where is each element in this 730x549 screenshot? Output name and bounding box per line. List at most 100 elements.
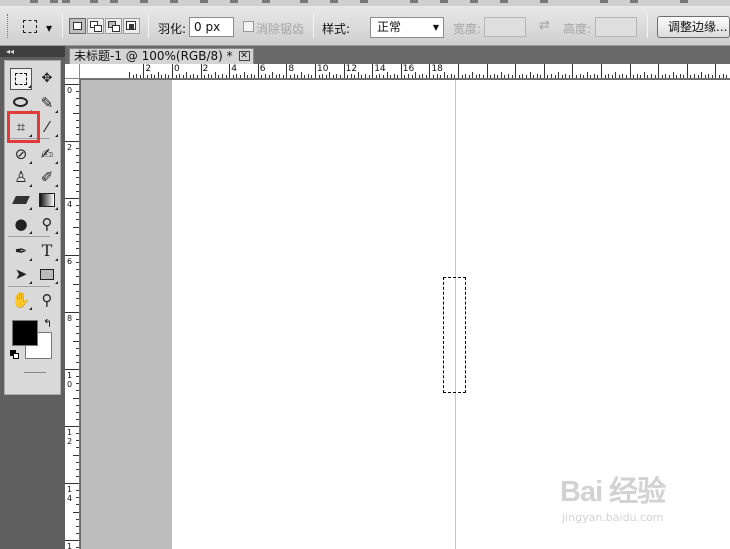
- ruler-tick: [143, 64, 145, 78]
- ruler-tick: [172, 64, 173, 78]
- ruler-tick: [76, 411, 79, 413]
- ruler-tick: [540, 75, 542, 78]
- feather-input[interactable]: 0 px: [189, 17, 234, 37]
- intersect-selection-button[interactable]: [123, 18, 140, 34]
- pen-nib-icon: ✒: [14, 242, 28, 260]
- spot-healing-brush-tool[interactable]: ⊘: [10, 143, 32, 165]
- menu-glyph-fragment: [630, 0, 638, 3]
- ruler-tick: [161, 75, 163, 78]
- ruler-tick: [711, 75, 713, 78]
- ruler-tick: [726, 75, 728, 78]
- ruler-tick: [76, 148, 79, 150]
- swap-colors-icon[interactable]: ↰: [43, 317, 52, 330]
- rectangle-shape-tool[interactable]: [36, 263, 58, 285]
- ruler-tick: [518, 75, 520, 78]
- marquee-preset-icon: [23, 20, 37, 33]
- rectangular-marquee-tool[interactable]: [10, 68, 32, 90]
- type-t-icon: T: [41, 241, 53, 260]
- close-icon[interactable]: ✕: [238, 51, 250, 61]
- ruler-tick: [475, 75, 477, 78]
- ruler-tick: [247, 75, 249, 78]
- ruler-label: 2: [66, 437, 73, 446]
- ruler-tick: [397, 75, 399, 78]
- marquee-selection[interactable]: [443, 277, 466, 393]
- pen-tool[interactable]: ✒: [10, 240, 32, 262]
- ruler-tick: [76, 468, 79, 470]
- ruler-label: 8: [66, 314, 73, 323]
- type-tool[interactable]: T: [36, 240, 58, 262]
- move-tool[interactable]: ✥: [36, 68, 58, 90]
- chevron-down-icon: ▼: [432, 23, 439, 32]
- ruler-tick: [211, 75, 213, 78]
- tool-preset-picker[interactable]: ▼: [18, 15, 58, 37]
- menu-glyph-fragment: [360, 0, 368, 3]
- swap-dimensions-icon[interactable]: ⇄: [539, 18, 550, 33]
- ruler-tick: [550, 74, 552, 78]
- ruler-tick: [189, 75, 191, 78]
- subtract-from-selection-button[interactable]: [105, 18, 122, 34]
- ruler-tick: [279, 74, 281, 78]
- ruler-tick: [586, 72, 588, 78]
- ruler-label: 4: [66, 494, 73, 503]
- default-colors-icon[interactable]: [10, 350, 19, 359]
- clone-stamp-tool[interactable]: ♙: [10, 166, 32, 188]
- ruler-tick: [76, 183, 79, 185]
- dodge-tool[interactable]: ⚲: [36, 213, 58, 235]
- ruler-tick: [511, 75, 513, 78]
- eraser-tool[interactable]: [10, 189, 32, 211]
- ruler-tick: [65, 483, 79, 484]
- ruler-tick: [354, 75, 356, 78]
- ruler-tick: [679, 74, 681, 78]
- brush-tool[interactable]: ✍: [36, 143, 58, 165]
- style-select-value: 正常: [377, 20, 402, 34]
- menu-glyph-fragment: [410, 0, 418, 3]
- ruler-tick: [268, 75, 270, 78]
- refine-edge-button[interactable]: 调整边缘...: [657, 16, 730, 38]
- ruler-tick: [608, 74, 610, 78]
- add-to-selection-button[interactable]: [87, 18, 104, 34]
- toolbox-collapse-button[interactable]: ◂◂: [0, 46, 65, 57]
- ruler-tick: [361, 75, 363, 78]
- divider: [148, 14, 149, 38]
- height-input[interactable]: [595, 17, 637, 37]
- ruler-label: 6: [259, 64, 266, 74]
- menu-glyph-fragment: [30, 0, 38, 3]
- ruler-label: 6: [66, 257, 73, 266]
- width-input[interactable]: [484, 17, 526, 37]
- ruler-tick: [76, 504, 79, 506]
- ruler-tick: [76, 297, 79, 299]
- style-select[interactable]: 正常 ▼: [370, 17, 444, 38]
- hand-tool[interactable]: ✋: [10, 289, 32, 311]
- ruler-tick: [275, 75, 277, 78]
- ruler-tick: [525, 75, 527, 78]
- history-brush-tool[interactable]: ✐: [36, 166, 58, 188]
- menu-glyph-fragment: [680, 0, 688, 3]
- ruler-tick: [497, 75, 499, 78]
- ruler-tick: [76, 205, 79, 207]
- foreground-color-swatch[interactable]: [12, 320, 38, 346]
- ruler-tick: [76, 440, 79, 442]
- ruler-tick: [640, 75, 642, 78]
- ruler-origin[interactable]: [65, 64, 80, 79]
- antialias-checkbox[interactable]: [243, 21, 254, 32]
- ruler-tick: [393, 74, 395, 78]
- zoom-tool[interactable]: ⚲: [36, 289, 58, 311]
- new-selection-button[interactable]: [69, 18, 86, 34]
- horizontal-ruler[interactable]: 2 0 2 4 6 8 10 12 14 16 18: [80, 64, 730, 79]
- path-selection-tool[interactable]: ➤: [10, 263, 32, 285]
- ruler-tick: [611, 75, 613, 78]
- ruler-tick: [76, 490, 79, 492]
- options-bar-grip[interactable]: [7, 14, 10, 38]
- ruler-tick: [76, 390, 79, 392]
- ruler-tick: [76, 497, 79, 499]
- blur-tool[interactable]: ●: [10, 213, 32, 235]
- vertical-ruler[interactable]: 024681012141: [65, 79, 80, 549]
- gradient-tool[interactable]: [36, 189, 58, 211]
- ruler-tick: [243, 72, 245, 78]
- quick-mask-toggle[interactable]: [24, 372, 46, 374]
- ruler-tick: [365, 74, 367, 78]
- ruler-tick: [643, 72, 645, 78]
- document-tab[interactable]: 未标题-1 @ 100%(RGB/8) * ✕: [69, 48, 254, 64]
- ruler-tick: [447, 75, 449, 78]
- ruler-tick: [601, 64, 602, 78]
